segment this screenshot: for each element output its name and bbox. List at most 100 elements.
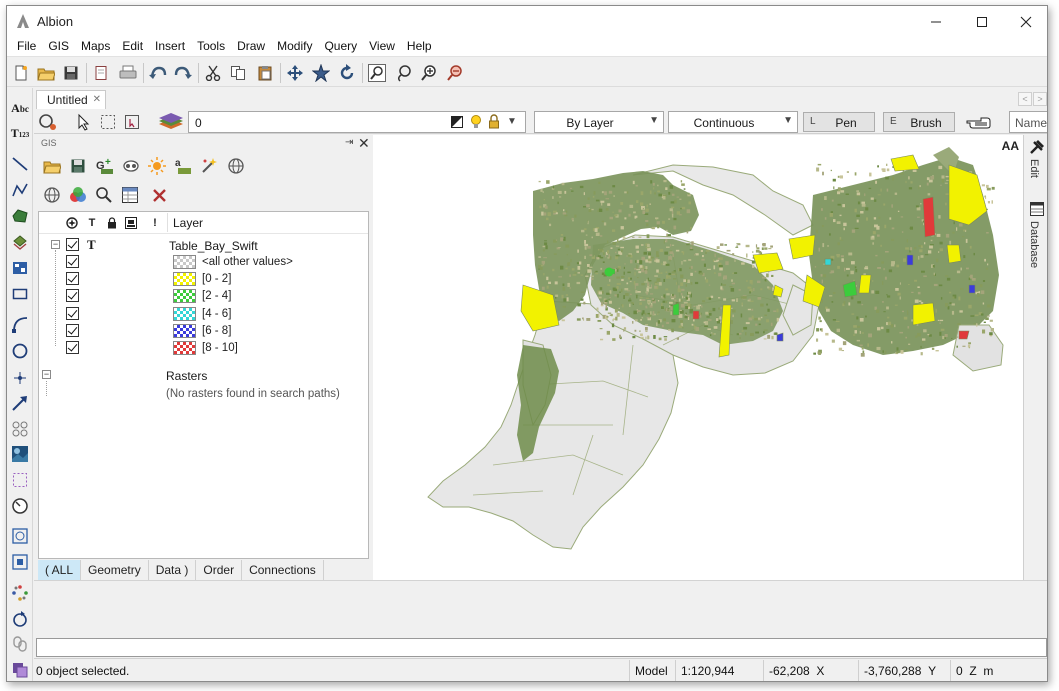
legend-visible-checkbox[interactable] [66,323,79,337]
gis-tab-0[interactable]: ( ALL [38,560,82,581]
globe-icon[interactable] [226,156,246,176]
selection-icon[interactable] [10,470,30,490]
legend-visible-checkbox[interactable] [66,289,79,303]
gauge-icon[interactable] [10,496,30,516]
highlighted-parcel[interactable] [968,284,976,294]
table-name[interactable]: Table_Bay_Swift [169,239,258,253]
refresh-icon[interactable] [337,63,357,83]
close-tab-icon[interactable]: ✕ [93,94,101,105]
zoom-in-icon[interactable] [419,63,439,83]
block-icon[interactable] [10,258,30,278]
redo-icon[interactable] [173,63,193,83]
link-table-icon[interactable] [121,156,141,176]
layer-select[interactable]: 0 ▼ [188,111,526,133]
new-icon[interactable] [11,63,31,83]
save-icon[interactable] [68,156,88,176]
highlighted-parcel[interactable] [672,302,680,316]
menu-view[interactable]: View [363,37,401,56]
add-table-icon[interactable]: G + [95,156,115,176]
layer-manager-icon[interactable] [157,112,185,132]
save-icon[interactable] [61,63,81,83]
arc-icon[interactable] [10,314,30,334]
magic-wand-icon[interactable] [199,156,219,176]
highlighted-parcel[interactable] [890,154,920,172]
menu-modify[interactable]: Modify [271,37,318,56]
open-folder-icon[interactable] [42,156,62,176]
pointing-hand-icon[interactable] [964,112,992,132]
pattern-icon[interactable] [10,419,30,439]
point-icon[interactable] [10,368,30,388]
map-drawing[interactable] [373,135,1023,580]
polygon-icon[interactable] [10,206,30,226]
pen-button[interactable]: L Pen [803,112,875,132]
pin-icon[interactable]: ⇥ [345,137,353,148]
highlighted-parcel[interactable] [958,330,970,340]
table-icon[interactable] [120,185,140,205]
highlighted-parcel[interactable] [906,254,914,266]
menu-maps[interactable]: Maps [75,37,116,56]
linestyle-select[interactable]: Continuous ▼ [668,111,798,133]
paste-icon[interactable] [255,63,275,83]
text-icon[interactable]: Abc [10,98,30,118]
collapse-toggle[interactable]: − [51,240,60,249]
gis-tab-1[interactable]: Geometry [81,560,149,581]
command-history-area[interactable] [34,580,1047,638]
legend-visible-checkbox[interactable] [66,255,79,268]
window-select-icon[interactable] [122,112,142,132]
close-button[interactable] [1003,6,1047,37]
scale-readout[interactable]: 1:120,944 [675,660,763,681]
print-preview-icon[interactable] [91,63,111,83]
menu-query[interactable]: Query [318,37,363,56]
search-icon[interactable] [94,185,114,205]
points-icon[interactable] [10,583,30,603]
select-tool-icon[interactable] [38,112,58,132]
rotate-icon[interactable] [10,609,30,629]
arrow-icon[interactable] [10,393,30,413]
highlighted-parcel[interactable] [788,234,816,260]
lightbulb-icon[interactable] [470,114,482,130]
edit-dock-tab[interactable]: Edit [1028,159,1040,178]
link-icon[interactable] [10,634,30,654]
layers-copy-icon[interactable] [10,660,30,680]
copy-icon[interactable] [228,63,248,83]
zoom-out-icon[interactable] [445,63,465,83]
group-icon[interactable] [10,526,30,546]
text-column-icon[interactable]: T [86,216,98,229]
database-dock-tab[interactable]: Database [1028,221,1040,268]
legend-visible-checkbox[interactable] [66,272,79,286]
maximize-button[interactable] [959,6,1005,37]
delete-icon[interactable] [150,185,170,205]
lasso-icon[interactable] [393,63,413,83]
pointer-icon[interactable] [74,112,94,132]
command-line-input[interactable] [36,638,1047,657]
menu-draw[interactable]: Draw [231,37,271,56]
highlighted-parcel[interactable] [604,267,614,277]
legend-visible-checkbox[interactable] [66,306,79,320]
document-tab-untitled[interactable]: Untitled ✕ [36,90,106,109]
lock-icon[interactable] [488,114,500,130]
globe-icon[interactable] [42,185,62,205]
linetype-select[interactable]: By Layer ▼ [534,111,664,133]
font-size-toggle[interactable]: AA [1002,139,1019,153]
gis-tab-4[interactable]: Connections [242,560,324,581]
display-toggle-icon[interactable] [66,216,78,229]
table-visible-checkbox[interactable] [66,238,79,251]
highlighted-parcel[interactable] [946,244,962,264]
menu-help[interactable]: Help [401,37,438,56]
color-palette-icon[interactable] [68,185,88,205]
sun-icon[interactable] [147,156,167,176]
tools-icon[interactable] [1029,139,1045,155]
cut-icon[interactable] [203,63,223,83]
warning-column-icon[interactable]: ! [149,216,161,229]
gis-tab-2[interactable]: Data ) [148,560,197,581]
chevron-down-icon[interactable]: ▼ [649,115,659,126]
label-icon[interactable]: a [173,156,193,176]
highlighted-parcel[interactable] [912,302,936,326]
space-toggle[interactable]: Model [629,660,675,681]
map-canvas[interactable]: AA [373,135,1023,580]
menu-gis[interactable]: GIS [42,37,75,56]
attribute-text-icon[interactable]: T123 [10,123,30,143]
explode-icon[interactable] [10,552,30,572]
open-folder-icon[interactable] [36,63,56,83]
zoom-window-icon[interactable] [367,63,387,83]
